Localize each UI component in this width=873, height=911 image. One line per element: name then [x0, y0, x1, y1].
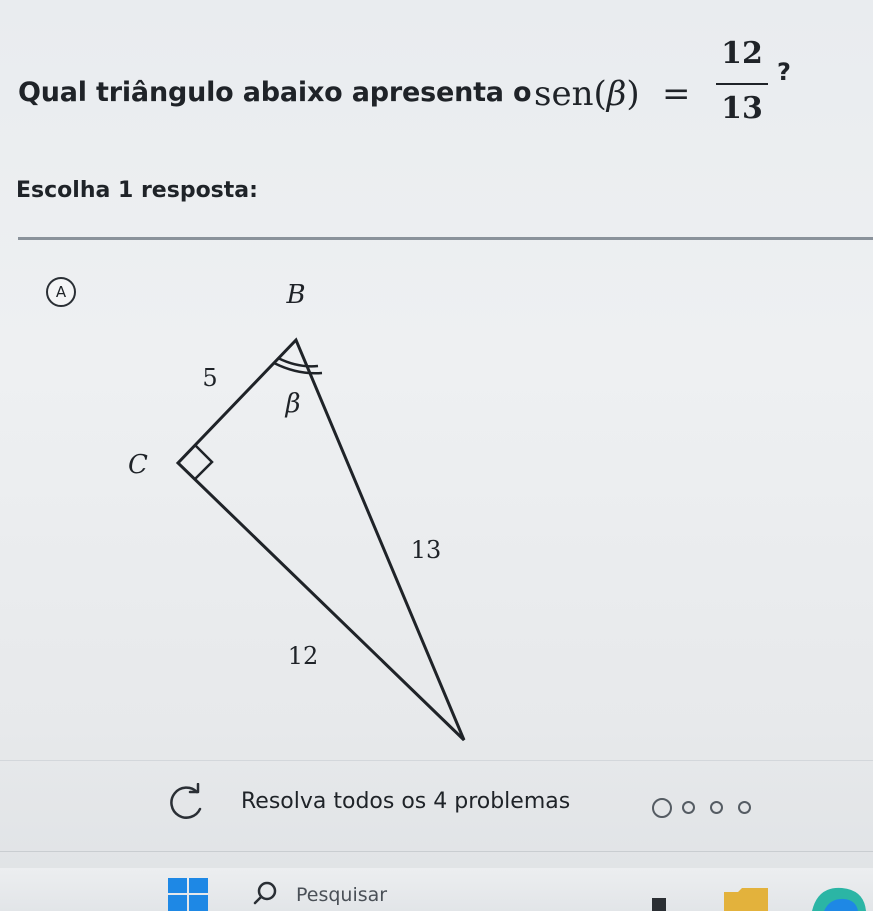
- vertex-c-label: C: [128, 450, 148, 480]
- folder-icon[interactable]: [722, 886, 770, 911]
- math-expression: sen(β) = 12 13 ?: [534, 36, 814, 146]
- divider: [18, 237, 873, 240]
- progress-dot: [738, 801, 751, 814]
- math-fn-name: sen(: [534, 74, 607, 114]
- progress-text: Resolva todos os 4 problemas: [241, 789, 571, 814]
- side-bc-label: 5: [202, 364, 217, 392]
- taskbar: Pesquisar: [0, 868, 873, 911]
- fraction: 12 13: [714, 36, 770, 146]
- math-close: ): [626, 74, 640, 114]
- fraction-denominator: 13: [721, 91, 763, 126]
- fraction-numerator: 12: [721, 36, 763, 71]
- windows-start-icon[interactable]: [168, 878, 208, 911]
- progress-bar: Resolva todos os 4 problemas: [0, 760, 873, 852]
- question-mark: ?: [777, 58, 791, 86]
- question: Qual triângulo abaixo apresenta o sen(β)…: [18, 36, 858, 146]
- question-text: Qual triângulo abaixo apresenta o: [18, 77, 532, 108]
- math-variable: β: [606, 74, 627, 114]
- math-function: sen(β): [534, 74, 640, 114]
- side-ab-label: 13: [411, 536, 442, 564]
- angle-arc-inner: [277, 356, 319, 368]
- math-equals: =: [662, 74, 691, 114]
- angle-beta-label: β: [284, 389, 300, 419]
- option-a-radio[interactable]: A: [46, 277, 76, 307]
- search-icon[interactable]: [253, 880, 279, 906]
- triangle-figure[interactable]: B C β 5 13 12: [100, 265, 520, 755]
- progress-dot: [682, 801, 695, 814]
- progress-dots: [652, 797, 762, 819]
- progress-dot: [710, 801, 723, 814]
- vertex-b-label: B: [285, 280, 305, 310]
- edge-browser-icon[interactable]: [808, 884, 868, 911]
- refresh-icon[interactable]: [164, 783, 208, 819]
- progress-dot: [652, 798, 672, 818]
- taskbar-app-icon[interactable]: [652, 898, 666, 911]
- instruction: Escolha 1 resposta:: [16, 178, 258, 203]
- search-input[interactable]: Pesquisar: [296, 884, 387, 906]
- right-angle-marker: [194, 444, 214, 480]
- fraction-bar: [716, 83, 768, 85]
- side-ca-label: 12: [288, 642, 319, 670]
